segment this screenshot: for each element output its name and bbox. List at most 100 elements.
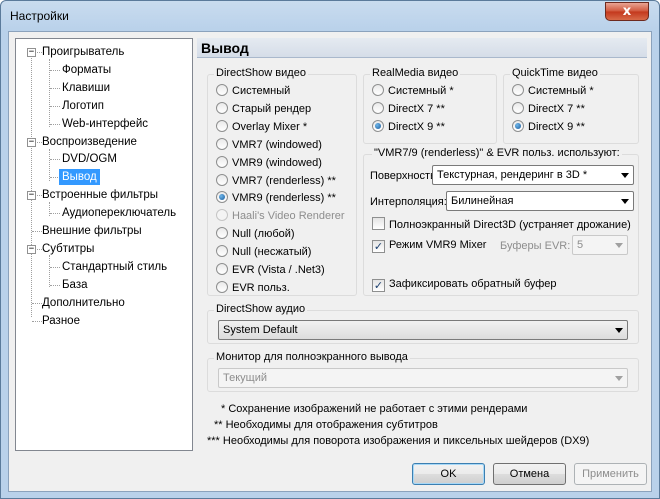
checkbox-box[interactable]: ✓ (372, 240, 385, 253)
fullscreen-monitor-select[interactable]: Текущий (218, 368, 628, 388)
radio-button[interactable] (512, 101, 524, 114)
radio-button[interactable] (216, 155, 228, 168)
radio-button[interactable] (216, 84, 228, 96)
vmr9-mixer-checkbox[interactable]: ✓ Режим VMR9 Mixer (372, 237, 486, 253)
radio-label: EVR польз. (232, 281, 290, 294)
evr-buffers-select[interactable]: 5 (572, 235, 628, 255)
interpolation-select[interactable]: Билинейная (446, 191, 634, 211)
radio-button[interactable] (216, 263, 228, 275)
radio-option[interactable]: Overlay Mixer * (216, 119, 307, 135)
radio-option[interactable]: Системный (216, 83, 290, 99)
surface-select[interactable]: Текстурная, рендеринг в 3D * (432, 165, 634, 185)
tree-item[interactable]: Проигрыватель (42, 44, 124, 60)
collapse-icon[interactable]: − (27, 48, 36, 57)
chevron-down-icon (621, 199, 629, 204)
radio-button[interactable] (372, 84, 384, 96)
radio-label: Системный (232, 85, 291, 97)
radio-option[interactable]: DirectX 9 ** (512, 119, 585, 135)
collapse-icon[interactable]: − (27, 137, 36, 147)
interpolation-label: Интерполяция: (370, 196, 447, 208)
output-settings-panel: Вывод DirectShow видео Системный Старый р… (197, 38, 647, 451)
radio-option[interactable]: Системный * (512, 83, 594, 99)
tree-item[interactable]: Встроенные фильтры (42, 187, 158, 203)
radio-option[interactable]: VMR9 (windowed) (216, 155, 322, 171)
radio-button[interactable] (216, 280, 228, 293)
tree-connector (49, 255, 50, 287)
radio-label: DirectX 9 ** (528, 120, 585, 133)
chevron-down-icon (615, 328, 623, 333)
radio-button[interactable] (216, 245, 228, 258)
radio-option[interactable]: Системный * (372, 83, 454, 99)
radio-label: DirectX 7 ** (528, 102, 585, 115)
evr-buffers-label: Буферы EVR: (500, 240, 571, 252)
checkbox-box[interactable] (372, 217, 385, 230)
radio-option[interactable]: EVR (Vista / .Net3) (216, 262, 325, 278)
title-bar[interactable]: Настройки x (1, 1, 659, 31)
radio-button[interactable] (512, 84, 524, 96)
tree-item[interactable]: База (62, 277, 87, 293)
tree-connector (50, 123, 60, 125)
tree-item[interactable]: Воспроизведение (42, 134, 137, 150)
collapse-icon[interactable]: − (27, 191, 36, 201)
tree-item[interactable]: Субтитры (42, 241, 94, 257)
radio-option[interactable]: Haali's Video Renderer (216, 208, 345, 224)
tree-item[interactable]: Стандартный стиль (62, 259, 167, 275)
radio-label: DirectX 7 ** (388, 102, 445, 115)
radio-label: Null (несжатый) (232, 246, 312, 259)
tree-item[interactable]: DVD/OGM (62, 151, 117, 167)
tree-item[interactable]: Дополнительно (42, 295, 125, 311)
lock-backbuffer-label: Зафиксировать обратный буфер (389, 278, 557, 290)
radio-button[interactable] (216, 227, 228, 240)
tree-connector (32, 320, 42, 322)
radio-option[interactable]: DirectX 7 ** (512, 101, 585, 117)
realmedia-video-title: RealMedia видео (370, 67, 461, 79)
radio-option[interactable]: DirectX 7 ** (372, 101, 445, 117)
tree-item[interactable]: Форматы (62, 62, 111, 78)
radio-button[interactable] (216, 191, 228, 204)
radio-button[interactable] (216, 101, 228, 114)
radio-button[interactable] (216, 119, 228, 132)
tree-connector (50, 69, 60, 71)
fullscreen-monitor-title: Монитор для полноэкранного вывода (214, 351, 410, 363)
radio-label: VMR7 (windowed) (232, 138, 322, 151)
settings-tree[interactable]: − Проигрыватель Форматы Клавиши Логотип Web-и… (15, 38, 193, 451)
tree-item[interactable]: Web-интерфейс (62, 116, 148, 132)
radio-option[interactable]: Null (несжатый) (216, 244, 311, 260)
tree-item[interactable]: Аудиопереключатель (62, 205, 176, 221)
radio-option[interactable]: VMR7 (renderless) ** (216, 173, 336, 189)
checkbox-box[interactable]: ✓ (372, 279, 385, 292)
radio-label: VMR7 (renderless) ** (232, 174, 336, 187)
close-button[interactable]: x (605, 2, 649, 21)
tree-item[interactable]: Внешние фильтры (42, 223, 142, 239)
window-title: Настройки (10, 9, 69, 23)
tree-item[interactable]: Клавиши (62, 80, 110, 96)
radio-option[interactable]: Null (любой) (216, 226, 295, 242)
surface-label: Поверхность: (370, 170, 439, 182)
radio-button[interactable] (372, 119, 384, 132)
audio-renderer-select[interactable]: System Default (218, 320, 628, 340)
settings-window: Настройки x − Проигрыватель Форматы Клавиши… (0, 0, 660, 499)
tree-item[interactable]: Вывод (59, 169, 100, 186)
ok-button[interactable]: OK (412, 463, 485, 485)
tree-item[interactable]: Разное (42, 313, 80, 329)
apply-button[interactable]: Применить (574, 463, 647, 485)
radio-option[interactable]: VMR7 (windowed) (216, 137, 322, 153)
tree-item[interactable]: Логотип (62, 98, 104, 114)
radio-option[interactable]: DirectX 9 ** (372, 119, 445, 135)
radio-option[interactable]: VMR9 (renderless) ** (216, 190, 336, 206)
radio-label: Null (любой) (232, 228, 295, 241)
radio-label: VMR9 (renderless) ** (232, 192, 336, 205)
radio-button[interactable] (216, 209, 228, 222)
radio-button[interactable] (372, 101, 384, 114)
lock-backbuffer-checkbox[interactable]: ✓ Зафиксировать обратный буфер (372, 276, 557, 292)
radio-button[interactable] (216, 173, 228, 186)
radio-label: Overlay Mixer * (232, 120, 308, 133)
fullscreen-d3d-checkbox[interactable]: Полноэкранный Direct3D (устраняет дрожан… (372, 217, 631, 233)
radio-button[interactable] (216, 137, 228, 150)
radio-option[interactable]: Старый рендер (216, 101, 311, 117)
radio-option[interactable]: EVR польз. (216, 280, 290, 296)
directshow-video-title: DirectShow видео (214, 67, 308, 79)
collapse-icon[interactable]: − (27, 244, 36, 254)
cancel-button[interactable]: Отмена (493, 463, 566, 485)
radio-button[interactable] (512, 119, 524, 132)
